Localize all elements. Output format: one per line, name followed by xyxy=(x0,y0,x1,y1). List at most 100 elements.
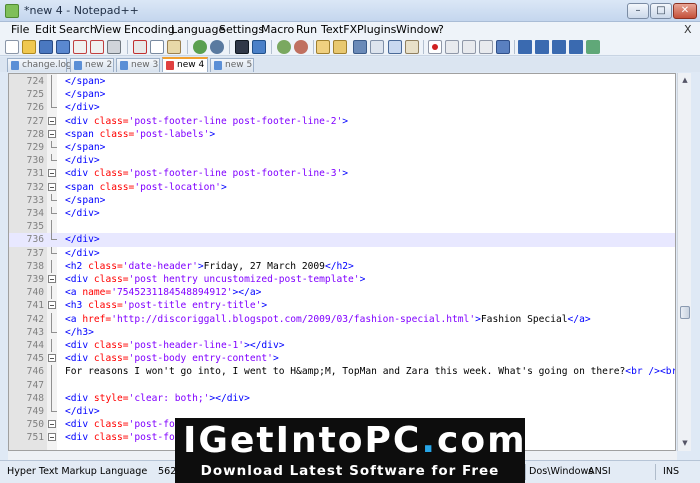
fold-toggle-icon[interactable] xyxy=(48,169,56,178)
code-line[interactable]: 747 xyxy=(9,378,675,392)
find-icon[interactable] xyxy=(235,40,249,54)
save-icon[interactable] xyxy=(39,40,53,54)
menu-edit[interactable]: Edit xyxy=(35,23,56,37)
menu-view[interactable]: View xyxy=(95,23,121,37)
code-line[interactable]: 739 <div class='post hentry uncustomized-… xyxy=(9,273,675,286)
code-line[interactable]: 731 <div class='post-footer-line post-foo… xyxy=(9,167,675,180)
paste-icon[interactable] xyxy=(167,40,181,54)
code-line[interactable]: 744 <div class='post-header-line-1'></div… xyxy=(9,339,675,353)
redo-icon[interactable] xyxy=(210,40,224,54)
code-line[interactable]: 749 </div> xyxy=(9,405,675,418)
scroll-thumb[interactable] xyxy=(680,306,690,319)
menu-run[interactable]: Run xyxy=(296,23,317,37)
move-down-icon[interactable] xyxy=(552,40,566,54)
open-icon[interactable] xyxy=(22,40,36,54)
code-line[interactable]: 726 </div> xyxy=(9,101,675,114)
vertical-scrollbar[interactable]: ▲ ▼ xyxy=(677,73,691,451)
code-line[interactable]: 746 For reasons I won't go into, I went t… xyxy=(9,365,675,379)
menu-macro[interactable]: Macro xyxy=(261,23,294,37)
show-all-chars-icon[interactable] xyxy=(370,40,384,54)
tab-new-3[interactable]: new 3 xyxy=(116,58,160,72)
record-macro-icon[interactable] xyxy=(428,40,442,54)
menu-language[interactable]: Language xyxy=(171,23,225,37)
code-token: ></div> xyxy=(209,392,250,404)
print-icon[interactable] xyxy=(107,40,121,54)
word-wrap-icon[interactable] xyxy=(353,40,367,54)
zoom-out-icon[interactable] xyxy=(294,40,308,54)
tab-change-log[interactable]: change.log xyxy=(7,58,72,72)
zoom-in-icon[interactable] xyxy=(277,40,291,54)
scroll-down-icon[interactable]: ▼ xyxy=(680,438,690,448)
save-macro-icon[interactable] xyxy=(496,40,510,54)
new-file-icon[interactable] xyxy=(5,40,19,54)
fold-toggle-icon[interactable] xyxy=(48,275,56,283)
code-line[interactable]: 738 <h2 class='date-header'>Friday, 27 Ma… xyxy=(9,259,675,273)
fold-toggle-icon[interactable] xyxy=(48,420,56,429)
scroll-up-icon[interactable]: ▲ xyxy=(680,75,690,85)
code-line[interactable]: 745 <div class='post-body entry-content'> xyxy=(9,352,675,365)
fold-toggle-icon[interactable] xyxy=(48,182,56,191)
fold-toggle-icon[interactable] xyxy=(48,301,56,310)
trim-icon[interactable] xyxy=(518,40,532,54)
file-icon xyxy=(214,61,222,70)
undo-icon[interactable] xyxy=(193,40,207,54)
menu-encoding[interactable]: Encoding xyxy=(124,23,175,37)
close-icon[interactable] xyxy=(73,40,87,54)
code-token: </div> xyxy=(65,155,100,167)
fold-toggle-icon[interactable] xyxy=(48,354,56,363)
tab-new-5[interactable]: new 5 xyxy=(210,58,254,72)
code-line[interactable]: 725 </span> xyxy=(9,88,675,102)
code-line[interactable]: 734 </div> xyxy=(9,207,675,220)
fold-toggle-icon[interactable] xyxy=(48,433,56,442)
sync-vertical-icon[interactable] xyxy=(316,40,330,54)
code-line[interactable]: 733 </span> xyxy=(9,193,675,207)
close-button[interactable]: ✕ xyxy=(673,3,697,19)
code-line[interactable]: 730 </div> xyxy=(9,154,675,167)
tab-new-2[interactable]: new 2 xyxy=(70,58,114,72)
code-line[interactable]: 732 <span class='post-location'> xyxy=(9,181,675,194)
menu-file[interactable]: File xyxy=(11,23,29,37)
playback-icon[interactable] xyxy=(462,40,476,54)
menu-textfx[interactable]: TextFX xyxy=(321,23,357,37)
code-line[interactable]: 728 <span class='post-labels'> xyxy=(9,128,675,141)
code-line[interactable]: 740 <a name='7545231184548894912'></a> xyxy=(9,286,675,300)
code-line[interactable]: 737 </div> xyxy=(9,246,675,260)
sync-horizontal-icon[interactable] xyxy=(333,40,347,54)
copy-icon[interactable] xyxy=(150,40,164,54)
menu-window[interactable]: Window xyxy=(396,23,439,37)
replace-icon[interactable] xyxy=(252,40,266,54)
close-document-icon[interactable]: X xyxy=(684,23,692,36)
minimize-button[interactable]: – xyxy=(627,3,649,19)
watermark-logo-main: IGetIntoPC xyxy=(183,420,422,461)
run-macro-multiple-icon[interactable] xyxy=(479,40,493,54)
code-line[interactable]: 724 </span> xyxy=(9,75,675,89)
code-line[interactable]: 748 <div style='clear: both;'></div> xyxy=(9,391,675,405)
menu-search[interactable]: Search xyxy=(59,23,97,37)
tab-new-4[interactable]: new 4 xyxy=(162,57,208,72)
code-line[interactable]: 735 xyxy=(9,220,675,234)
code-line[interactable]: 727 <div class='post-footer-line post-foo… xyxy=(9,115,675,128)
cut-icon[interactable] xyxy=(133,40,147,54)
indent-guide-icon[interactable] xyxy=(388,40,402,54)
menu-help[interactable]: ? xyxy=(438,23,444,37)
fold-toggle-icon[interactable] xyxy=(48,116,56,125)
code-token: <div xyxy=(65,392,94,404)
user-defined-dialog-icon[interactable] xyxy=(405,40,419,54)
fold-toggle-icon[interactable] xyxy=(48,129,56,138)
text-editor[interactable]: 724 </span> 725 </span> 726 </div> 727 <div cla… xyxy=(8,73,676,451)
maximize-button[interactable]: □ xyxy=(650,3,672,19)
close-all-icon[interactable] xyxy=(90,40,104,54)
code-line[interactable]: 729 </span> xyxy=(9,141,675,154)
code-line[interactable]: 741 <h3 class='post-title entry-title'> xyxy=(9,299,675,312)
menu-settings[interactable]: Settings xyxy=(219,23,264,37)
save-all-icon[interactable] xyxy=(56,40,70,54)
code-token: > xyxy=(342,168,349,180)
code-line[interactable]: 743 </h3> xyxy=(9,325,675,339)
code-line[interactable]: 742 <a href='http://discoriggall.blogspot… xyxy=(9,312,675,326)
sort-icon[interactable] xyxy=(569,40,583,54)
spellcheck-icon[interactable] xyxy=(586,40,600,54)
move-up-icon[interactable] xyxy=(535,40,549,54)
code-line[interactable]: 736 </div> xyxy=(9,233,675,247)
stop-recording-icon[interactable] xyxy=(445,40,459,54)
menu-plugins[interactable]: Plugins xyxy=(357,23,396,37)
